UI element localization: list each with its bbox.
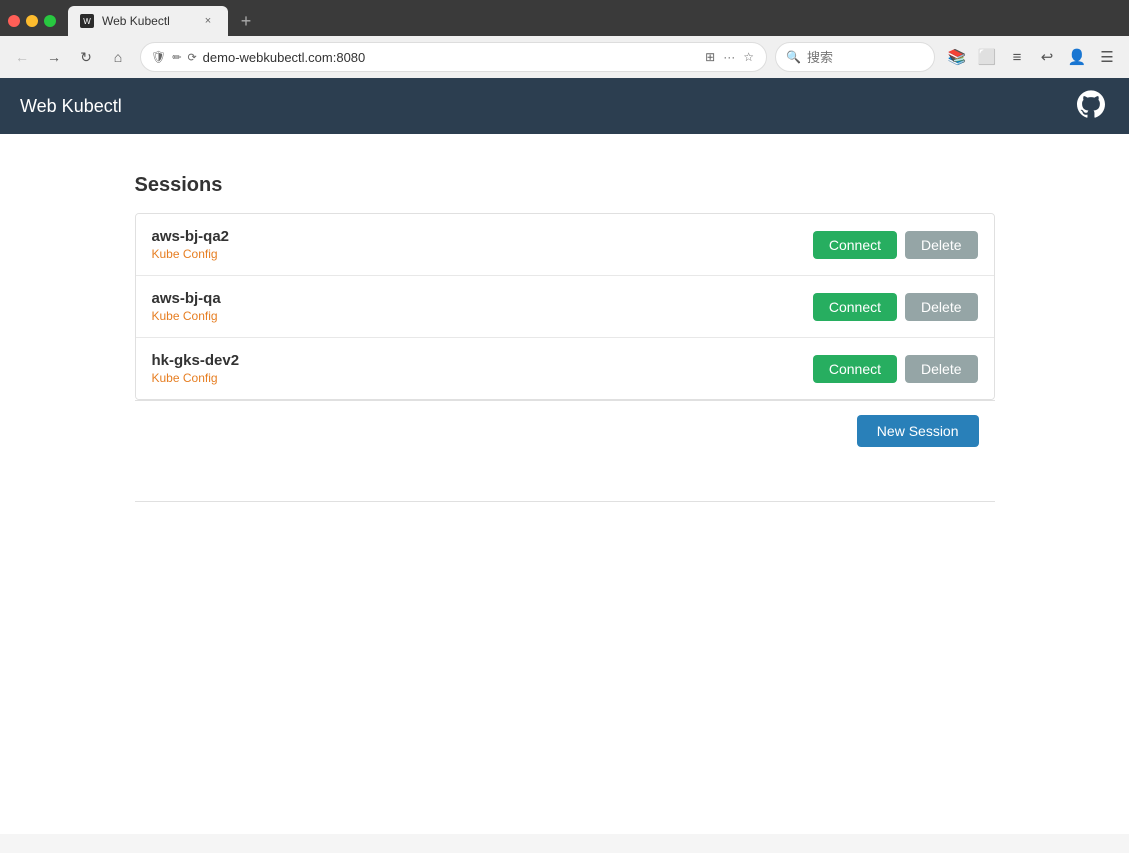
- tab-favicon: W: [80, 14, 94, 28]
- refresh-button[interactable]: ↻: [72, 43, 100, 71]
- connect-button[interactable]: Connect: [813, 293, 897, 321]
- divider: [135, 501, 995, 502]
- library-icon[interactable]: 📚: [943, 43, 971, 71]
- new-session-button[interactable]: New Session: [857, 415, 979, 447]
- session-actions: Connect Delete: [813, 355, 978, 383]
- session-info: aws-bj-qa2 Kube Config: [152, 228, 813, 261]
- session-actions: Connect Delete: [813, 293, 978, 321]
- delete-button[interactable]: Delete: [905, 355, 977, 383]
- table-row: aws-bj-qa Kube Config Connect Delete: [136, 276, 994, 338]
- github-icon[interactable]: [1077, 90, 1109, 122]
- session-info: hk-gks-dev2 Kube Config: [152, 352, 813, 385]
- address-icons: ⊞ ··· ☆: [703, 48, 756, 66]
- table-row: hk-gks-dev2 Kube Config Connect Delete: [136, 338, 994, 399]
- session-name: hk-gks-dev2: [152, 352, 813, 369]
- main-content: Sessions aws-bj-qa2 Kube Config Connect …: [0, 134, 1129, 834]
- session-actions: Connect Delete: [813, 231, 978, 259]
- session-name: aws-bj-qa2: [152, 228, 813, 245]
- tab-bar: W Web Kubectl × +: [0, 0, 1129, 36]
- security-shield-icon: 🛡: [151, 50, 166, 64]
- url-input[interactable]: [203, 50, 698, 65]
- more-icon[interactable]: ···: [721, 48, 737, 66]
- sessions-title: Sessions: [135, 174, 995, 197]
- table-row: aws-bj-qa2 Kube Config Connect Delete: [136, 214, 994, 276]
- delete-button[interactable]: Delete: [905, 293, 977, 321]
- new-tab-button[interactable]: +: [232, 7, 260, 35]
- active-tab[interactable]: W Web Kubectl ×: [68, 6, 228, 36]
- qr-icon[interactable]: ⊞: [703, 48, 717, 66]
- tab-title: Web Kubectl: [102, 14, 170, 28]
- reader-icon[interactable]: ≡: [1003, 43, 1031, 71]
- back-button[interactable]: ←: [8, 43, 36, 71]
- undo-icon[interactable]: ↩: [1033, 43, 1061, 71]
- maximize-button[interactable]: [44, 15, 56, 27]
- session-type: Kube Config: [152, 371, 813, 385]
- home-button[interactable]: ⌂: [104, 43, 132, 71]
- delete-button[interactable]: Delete: [905, 231, 977, 259]
- search-icon: 🔍: [786, 50, 801, 64]
- app-header: Web Kubectl: [0, 78, 1129, 134]
- traffic-lights: [8, 15, 56, 27]
- search-input[interactable]: [807, 50, 924, 65]
- new-session-row: New Session: [135, 400, 995, 461]
- sessions-container: Sessions aws-bj-qa2 Kube Config Connect …: [115, 134, 1015, 542]
- profile-icon[interactable]: 👤: [1063, 43, 1091, 71]
- toolbar-icons: 📚 ⬜ ≡ ↩ 👤 ☰: [943, 43, 1121, 71]
- close-button[interactable]: [8, 15, 20, 27]
- connect-button[interactable]: Connect: [813, 231, 897, 259]
- tab-close-button[interactable]: ×: [200, 13, 216, 29]
- menu-icon[interactable]: ☰: [1093, 43, 1121, 71]
- address-bar[interactable]: 🛡 ✏ ⟳ ⊞ ··· ☆: [140, 42, 767, 72]
- search-bar[interactable]: 🔍: [775, 42, 935, 72]
- connect-button[interactable]: Connect: [813, 355, 897, 383]
- session-type: Kube Config: [152, 247, 813, 261]
- forward-button[interactable]: →: [40, 43, 68, 71]
- session-type: Kube Config: [152, 309, 813, 323]
- bookmark-icon[interactable]: ☆: [741, 48, 756, 66]
- browser-chrome: W Web Kubectl × + ← → ↻ ⌂ 🛡 ✏ ⟳ ⊞ ··· ☆ …: [0, 0, 1129, 78]
- app-title: Web Kubectl: [20, 96, 122, 117]
- minimize-button[interactable]: [26, 15, 38, 27]
- refresh-icon: ⟳: [187, 51, 196, 64]
- screenshot-icon[interactable]: ⬜: [973, 43, 1001, 71]
- nav-bar: ← → ↻ ⌂ 🛡 ✏ ⟳ ⊞ ··· ☆ 🔍 📚 ⬜ ≡ ↩ 👤 ☰: [0, 36, 1129, 78]
- sessions-table: aws-bj-qa2 Kube Config Connect Delete aw…: [135, 213, 995, 400]
- session-info: aws-bj-qa Kube Config: [152, 290, 813, 323]
- session-name: aws-bj-qa: [152, 290, 813, 307]
- edit-icon: ✏: [172, 51, 181, 64]
